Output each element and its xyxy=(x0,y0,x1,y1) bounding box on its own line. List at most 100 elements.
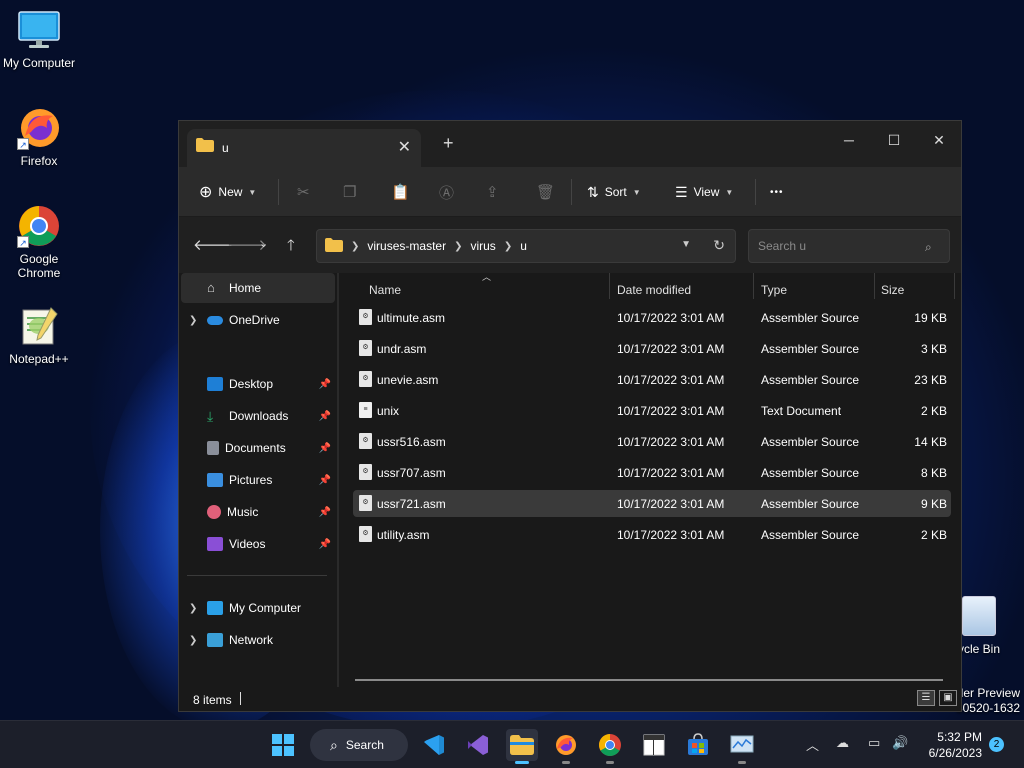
up-button[interactable]: 🡑 xyxy=(287,235,295,260)
file-list: ︿ Name Date modified Type Size ⚙ ultimute… xyxy=(339,272,961,687)
file-row[interactable]: ⚙ utility.asm 10/17/2022 3:01 AM Assembler … xyxy=(353,521,951,548)
file-row[interactable]: ⚙ undr.asm 10/17/2022 3:01 AM Assembler Sou… xyxy=(353,335,951,362)
taskbar-app-file-explorer[interactable] xyxy=(506,729,538,764)
recent-locations-button[interactable]: ⌄ xyxy=(259,237,268,250)
search-input[interactable] xyxy=(748,229,950,263)
file-type: Text Document xyxy=(761,404,842,418)
taskbar-app-chrome[interactable] xyxy=(594,729,626,764)
new-tab-button[interactable]: + xyxy=(443,133,454,154)
nav-item-desktop[interactable]: Desktop 📌 xyxy=(181,369,335,399)
file-row[interactable]: ⚙ ultimute.asm 10/17/2022 3:01 AM Assembler… xyxy=(353,304,951,331)
share-button[interactable]: ⇪ xyxy=(486,167,499,217)
taskbar-app-window[interactable] xyxy=(638,729,670,761)
rename-button[interactable]: Ⓐ xyxy=(439,167,454,217)
cloud-icon xyxy=(207,315,223,325)
show-hidden-icons-button[interactable]: ︿ xyxy=(806,735,819,754)
breadcrumb-item[interactable]: viruses-master xyxy=(367,239,446,253)
file-row[interactable]: ⚙ ussr707.asm 10/17/2022 3:01 AM Assembler … xyxy=(353,459,951,486)
address-history-chevron-icon[interactable]: ▼ xyxy=(681,239,691,250)
taskbar-search-button[interactable]: ⌕ Search xyxy=(310,729,408,761)
breadcrumb-chevron-icon: ❯ xyxy=(503,240,513,252)
nav-item-documents[interactable]: Documents 📌 xyxy=(181,433,335,463)
taskbar-app-store[interactable] xyxy=(682,729,714,761)
volume-icon[interactable]: 🔊 xyxy=(892,735,908,751)
expand-chevron-icon[interactable]: ❯ xyxy=(189,635,203,646)
taskbar-app-resource-monitor[interactable] xyxy=(726,729,758,764)
folder-icon xyxy=(325,237,343,255)
desktop-icon-chrome[interactable]: ↗ Google Chrome xyxy=(1,204,77,280)
column-divider[interactable] xyxy=(954,273,955,299)
nav-item-my-computer[interactable]: ❯ My Computer xyxy=(181,593,335,623)
pin-icon[interactable]: 📌 xyxy=(319,475,331,486)
file-date: 10/17/2022 3:01 AM xyxy=(617,373,725,387)
new-button[interactable]: ⊕ New ▼ xyxy=(199,167,256,217)
navigation-pane: ⌂ Home ❯ OneDrive Desktop 📌 ⤓ Downloads … xyxy=(179,273,337,687)
clock[interactable]: 5:32 PM 6/26/2023 xyxy=(920,729,982,761)
maximize-button[interactable]: ☐ xyxy=(880,127,908,155)
file-row[interactable]: ≡ unix 10/17/2022 3:01 AM Text Document 2 KB xyxy=(353,397,951,424)
nav-item-label: Downloads xyxy=(229,409,289,423)
pin-icon[interactable]: 📌 xyxy=(319,507,331,518)
minimize-button[interactable]: ─ xyxy=(835,127,863,155)
pin-icon[interactable]: 📌 xyxy=(319,379,331,390)
column-divider[interactable] xyxy=(753,273,754,299)
column-divider[interactable] xyxy=(609,273,610,299)
pin-icon[interactable]: 📌 xyxy=(319,539,331,550)
column-header-name[interactable]: Name xyxy=(369,283,401,297)
expand-chevron-icon[interactable]: ❯ xyxy=(189,603,203,614)
taskbar-app-firefox[interactable] xyxy=(550,729,582,764)
nav-item-music[interactable]: Music 📌 xyxy=(181,497,335,527)
file-explorer-window: u ✕ + ─ ☐ ✕ ⊕ New ▼ ✂ ❐ 📋 Ⓐ ⇪ 🗑 ⇅ Sort ▼… xyxy=(178,120,962,712)
column-header-type[interactable]: Type xyxy=(761,283,787,297)
address-bar[interactable]: ❯ viruses-master ❯ virus ❯ u ▼ ↻ xyxy=(316,229,736,263)
nav-item-home[interactable]: ⌂ Home xyxy=(181,273,335,303)
close-tab-button[interactable]: ✕ xyxy=(398,137,411,157)
expand-chevron-icon[interactable]: ❯ xyxy=(189,315,203,326)
pin-icon[interactable]: 📌 xyxy=(319,443,331,454)
desktop-icon-notepadpp[interactable]: Notepad++ xyxy=(1,304,77,366)
column-header-size[interactable]: Size xyxy=(881,283,904,297)
pin-icon[interactable]: 📌 xyxy=(319,411,331,422)
paste-button[interactable]: 📋 xyxy=(391,167,410,217)
file-row[interactable]: ⚙ ussr721.asm 10/17/2022 3:01 AM Assembler … xyxy=(353,490,951,517)
details-view-button[interactable]: ☰ xyxy=(917,690,935,706)
view-button[interactable]: ☰ View ▼ xyxy=(675,167,733,217)
desktop-icon-my-computer[interactable]: My Computer xyxy=(1,8,77,70)
more-options-button[interactable]: ••• xyxy=(770,167,784,217)
onedrive-offline-icon[interactable]: ☁ xyxy=(836,735,849,751)
column-header-date[interactable]: Date modified xyxy=(617,283,691,297)
nav-item-onedrive[interactable]: ❯ OneDrive xyxy=(181,305,335,335)
refresh-button[interactable]: ↻ xyxy=(713,237,725,254)
file-date: 10/17/2022 3:01 AM xyxy=(617,404,725,418)
folder-icon xyxy=(510,735,534,755)
copy-button[interactable]: ❐ xyxy=(343,167,356,217)
desktop-icon-recycle-bin[interactable]: ycle Bin xyxy=(958,596,1024,656)
column-divider[interactable] xyxy=(874,273,875,299)
taskbar-app-vscode[interactable] xyxy=(418,729,450,761)
file-row[interactable]: ⚙ ussr516.asm 10/17/2022 3:01 AM Assembler … xyxy=(353,428,951,455)
tiles-view-button[interactable]: ▣ xyxy=(939,690,957,706)
delete-button[interactable]: 🗑 xyxy=(536,167,555,217)
tab-u[interactable]: u ✕ xyxy=(187,129,421,167)
start-button[interactable] xyxy=(267,729,299,761)
nav-item-pictures[interactable]: Pictures 📌 xyxy=(181,465,335,495)
breadcrumb-item[interactable]: virus xyxy=(470,239,495,253)
nav-item-network[interactable]: ❯ Network xyxy=(181,625,335,655)
address-row: 🡐 🡒 ⌄ 🡑 ❯ viruses-master ❯ virus ❯ u ▼ ↻… xyxy=(179,217,961,273)
column-headers: ︿ Name Date modified Type Size xyxy=(339,272,961,303)
chrome-icon xyxy=(599,734,621,756)
monitor-icon xyxy=(17,8,61,52)
cut-button[interactable]: ✂ xyxy=(297,167,310,217)
desktop-icon-firefox[interactable]: ↗ Firefox xyxy=(1,106,77,168)
sort-button[interactable]: ⇅ Sort ▼ xyxy=(587,167,641,217)
breadcrumb-item[interactable]: u xyxy=(520,239,527,253)
nav-item-downloads[interactable]: ⤓ Downloads 📌 xyxy=(181,401,335,431)
notification-badge[interactable]: 2 xyxy=(989,737,1004,752)
file-row[interactable]: ⚙ unevie.asm 10/17/2022 3:01 AM Assembler S… xyxy=(353,366,951,393)
close-window-button[interactable]: ✕ xyxy=(925,127,953,155)
nav-item-videos[interactable]: Videos 📌 xyxy=(181,529,335,559)
taskbar-app-visual-studio[interactable] xyxy=(462,729,494,761)
horizontal-scrollbar[interactable] xyxy=(355,679,943,681)
breadcrumb-chevron-icon: ❯ xyxy=(454,240,463,252)
network-icon[interactable]: ▭ xyxy=(868,735,880,751)
